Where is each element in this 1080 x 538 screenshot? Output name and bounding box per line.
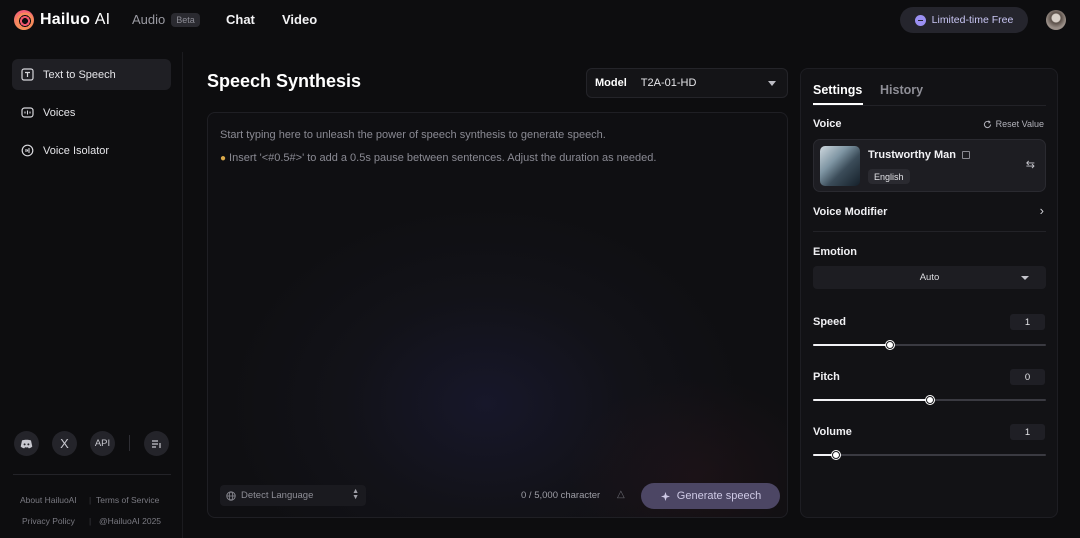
- sidebar-item-text-to-speech[interactable]: Text to Speech: [12, 59, 171, 90]
- pitch-slider[interactable]: [813, 396, 1046, 404]
- model-label: Model: [595, 77, 627, 89]
- nav-audio-label: Audio: [132, 12, 166, 27]
- tabs-divider: [813, 105, 1046, 106]
- pitch-value-input[interactable]: 0: [1010, 369, 1045, 385]
- sidebar-item-voices[interactable]: Voices: [12, 97, 171, 128]
- emotion-value: Auto: [919, 272, 940, 283]
- character-count: 0 / 5,000 character: [521, 490, 601, 501]
- sidebar-border: [182, 52, 183, 538]
- menu-icon: [152, 439, 161, 448]
- tab-history[interactable]: History: [880, 83, 923, 97]
- promo-label: Limited-time Free: [931, 14, 1014, 26]
- copyright-text: @HailuoAI 2025: [99, 516, 162, 526]
- beta-badge: Beta: [171, 12, 200, 27]
- voice-name-text: Trustworthy Man: [868, 149, 957, 161]
- footer-separator: |: [89, 516, 92, 526]
- voice-language-tag: English: [868, 169, 910, 184]
- logo-text: Hailuo AI: [40, 11, 111, 28]
- sidebar-item-label: Voice Isolator: [43, 144, 110, 157]
- text-to-speech-icon: [20, 68, 34, 82]
- sidebar: Text to Speech Voices Voice Isolator X A…: [0, 52, 183, 538]
- model-value: T2A-01-HD: [640, 77, 697, 89]
- volume-slider[interactable]: [813, 451, 1046, 459]
- copy-icon[interactable]: [962, 151, 971, 159]
- voice-modifier-label[interactable]: Voice Modifier: [813, 206, 887, 218]
- slider-thumb[interactable]: [832, 451, 841, 459]
- speed-label: Speed: [813, 316, 847, 328]
- language-select[interactable]: Detect Language ▲ ▼: [220, 485, 366, 506]
- limited-time-free-button[interactable]: Limited-time Free: [900, 7, 1028, 33]
- sidebar-item-label: Voices: [43, 106, 76, 119]
- nav-audio[interactable]: Audio Beta: [132, 12, 200, 27]
- reset-value-button[interactable]: Reset Value: [983, 119, 1044, 129]
- model-select[interactable]: Model T2A-01-HD: [586, 68, 788, 98]
- pitch-label: Pitch: [813, 371, 840, 383]
- x-button[interactable]: X: [52, 431, 77, 456]
- footer-separator: |: [89, 495, 92, 505]
- nav-chat[interactable]: Chat: [226, 12, 255, 27]
- logo[interactable]: Hailuo AI: [14, 10, 110, 30]
- sparkle-icon: [660, 491, 670, 501]
- top-bar: Hailuo AI Audio Beta Chat Video Limited-…: [0, 0, 1080, 40]
- speed-slider[interactable]: [813, 341, 1046, 349]
- page-title: Speech Synthesis: [207, 71, 362, 91]
- chevron-right-icon[interactable]: ›: [1040, 203, 1044, 218]
- settings-panel: Settings History Voice Reset Value Trust…: [800, 68, 1058, 518]
- editor-hint: ● Insert '<#0.5#>' to add a 0.5s pause b…: [220, 152, 656, 164]
- generate-speech-label: Generate speech: [676, 490, 762, 502]
- promo-icon: [914, 14, 926, 26]
- generate-speech-button[interactable]: Generate speech: [641, 483, 780, 509]
- reset-value-label: Reset Value: [995, 119, 1044, 129]
- editor-placeholder: Start typing here to unleash the power o…: [220, 129, 606, 141]
- speed-value-input[interactable]: 1: [1010, 314, 1045, 330]
- emotion-label: Emotion: [813, 246, 857, 258]
- slider-thumb[interactable]: [925, 396, 934, 404]
- api-label: API: [94, 438, 111, 449]
- speech-text-editor[interactable]: Start typing here to unleash the power o…: [207, 112, 788, 518]
- privacy-link[interactable]: Privacy Policy: [22, 516, 75, 526]
- slider-fill: [813, 344, 890, 346]
- voice-card[interactable]: Trustworthy Man English ⇆: [813, 139, 1046, 192]
- voice-label: Voice: [813, 118, 842, 130]
- reset-icon: [983, 119, 991, 128]
- user-avatar[interactable]: [1046, 10, 1066, 30]
- menu-button[interactable]: [144, 431, 169, 456]
- slider-fill: [813, 399, 930, 401]
- sidebar-divider: [13, 474, 171, 475]
- swap-icon[interactable]: ⇆: [1026, 158, 1035, 171]
- clear-text-icon[interactable]: △: [617, 489, 625, 500]
- modifier-divider: [813, 231, 1046, 232]
- volume-label: Volume: [813, 426, 852, 438]
- tab-settings[interactable]: Settings: [813, 83, 862, 97]
- about-link[interactable]: About HailuoAI: [20, 495, 77, 505]
- language-select-value: Detect Language: [241, 490, 314, 501]
- updown-icon: ▲ ▼: [352, 488, 359, 501]
- api-button[interactable]: API: [90, 431, 115, 456]
- voices-icon: [20, 106, 34, 120]
- terms-link[interactable]: Terms of Service: [96, 495, 159, 505]
- social-divider: [129, 435, 130, 451]
- voice-isolator-icon: [20, 144, 34, 158]
- voice-thumbnail: [820, 146, 860, 186]
- nav-video[interactable]: Video: [282, 12, 317, 27]
- x-label: X: [60, 436, 69, 451]
- chevron-down-icon: [768, 81, 776, 86]
- slider-thumb[interactable]: [885, 341, 894, 349]
- emotion-select[interactable]: Auto: [813, 266, 1046, 289]
- hailuo-logo-icon: [14, 10, 34, 30]
- volume-value-input[interactable]: 1: [1010, 424, 1045, 440]
- discord-icon: [20, 439, 33, 448]
- discord-button[interactable]: [14, 431, 39, 456]
- chevron-down-icon: [1021, 276, 1029, 280]
- sidebar-item-voice-isolator[interactable]: Voice Isolator: [12, 135, 171, 166]
- editor-hint-text: Insert '<#0.5#>' to add a 0.5s pause bet…: [229, 152, 657, 164]
- globe-icon: [226, 490, 236, 501]
- sidebar-item-label: Text to Speech: [43, 68, 116, 81]
- lightbulb-icon: ●: [220, 152, 227, 164]
- voice-name: Trustworthy Man: [868, 149, 971, 161]
